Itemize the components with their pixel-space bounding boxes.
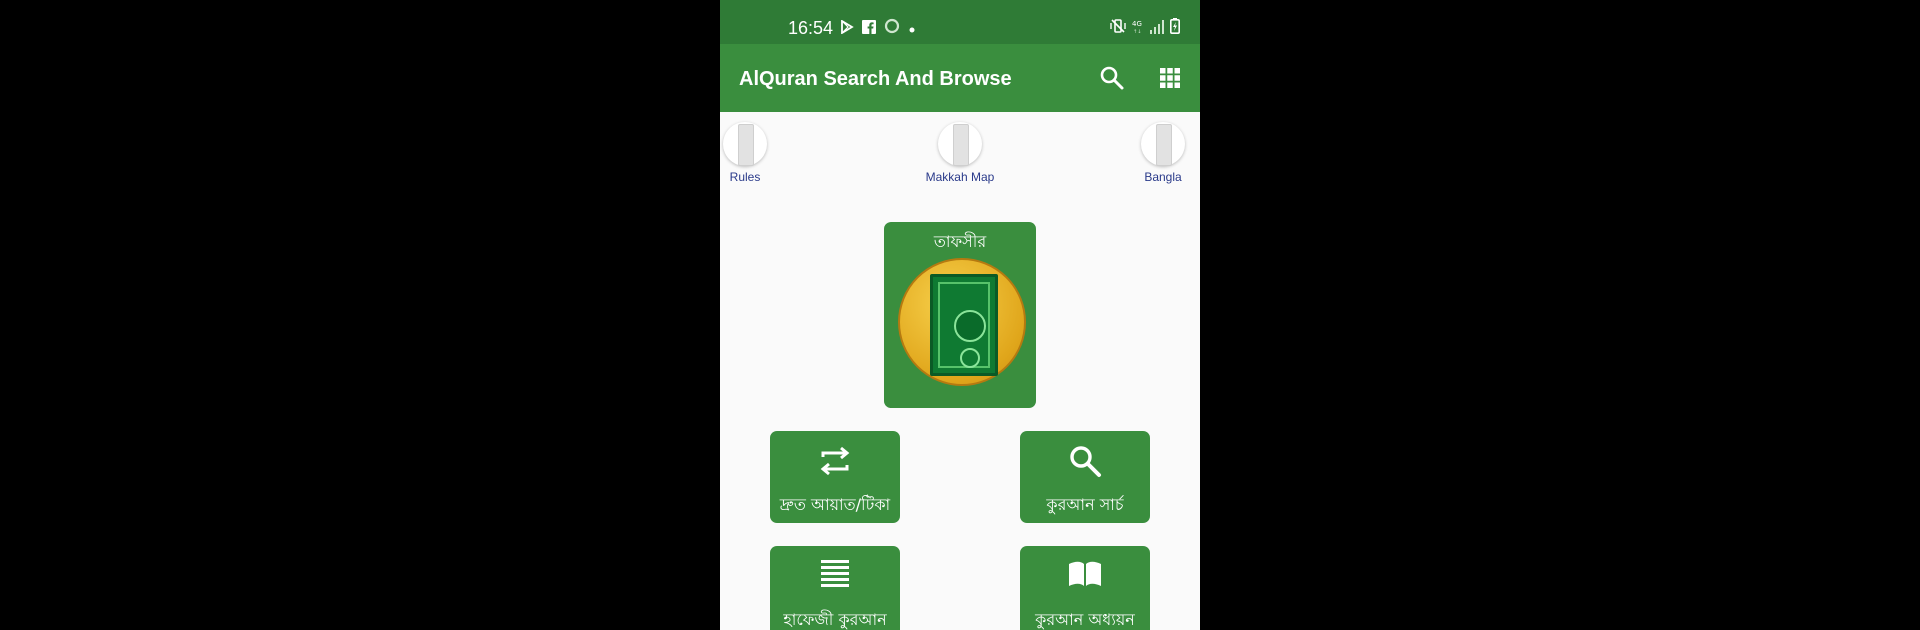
status-right-icons: 4G ↑↓	[1110, 18, 1180, 38]
quick-ayat-tile[interactable]: দ্রুত আয়াত/টিকা	[770, 431, 900, 523]
search-icon	[1020, 443, 1150, 483]
list-lines-icon	[770, 558, 900, 598]
svg-text:↑↓: ↑↓	[1133, 29, 1141, 34]
tile-label: কুরআন অধ্যয়ন	[1035, 610, 1135, 629]
makkah-map-icon	[938, 122, 982, 166]
grid-icon	[1160, 68, 1180, 88]
bangla-icon	[1141, 122, 1185, 166]
quick-link-label: Bangla	[1144, 170, 1182, 184]
battery-charging-icon	[1170, 18, 1180, 38]
app-bar: AlQuran Search And Browse	[720, 44, 1200, 112]
signal-icon	[1150, 19, 1164, 38]
dot-icon	[908, 19, 916, 38]
quick-link-rules[interactable]: Rules	[720, 122, 800, 192]
grid-menu-button[interactable]	[1154, 62, 1186, 94]
quick-link-label: Rules	[729, 170, 761, 184]
quick-link-label: Makkah Map	[925, 170, 995, 184]
status-left-icons	[840, 18, 916, 38]
mute-vibrate-icon	[1110, 18, 1126, 38]
status-time: 16:54	[788, 18, 834, 38]
search-icon	[1100, 66, 1124, 90]
quran-search-tile[interactable]: কুরআন সার্চ	[1020, 431, 1150, 523]
app-title: AlQuran Search And Browse	[739, 68, 1012, 90]
tafsir-tile[interactable]: তাফসীর	[884, 222, 1036, 408]
tile-label: দ্রুত আয়াত/টিকা	[779, 495, 891, 514]
tile-label: হাফেজী কুরআন	[783, 610, 887, 629]
4g-icon: 4G ↑↓	[1132, 18, 1144, 38]
status-bar: 16:54 4G ↑↓	[720, 0, 1200, 44]
circle-icon	[884, 18, 900, 38]
open-book-icon	[1020, 558, 1150, 598]
phone-screen: 16:54 4G ↑↓ AlQuran Search And Browse Ru…	[720, 0, 1200, 630]
tafsir-label: তাফসীর	[933, 232, 987, 251]
facebook-icon	[862, 19, 876, 38]
hafezi-quran-tile[interactable]: হাফেজী কুরআন	[770, 546, 900, 630]
quran-study-tile[interactable]: কুরআন অধ্যয়ন	[1020, 546, 1150, 630]
svg-text:4G: 4G	[1132, 20, 1142, 28]
repeat-icon	[770, 443, 900, 483]
quick-link-makkah-map[interactable]: Makkah Map	[905, 122, 1015, 192]
play-store-icon	[840, 18, 854, 38]
search-button[interactable]	[1096, 62, 1128, 94]
quran-book-icon	[898, 258, 1026, 386]
tile-label: কুরআন সার্চ	[1046, 495, 1124, 514]
quick-link-bangla[interactable]: Bangla	[1108, 122, 1200, 192]
rules-icon	[723, 122, 767, 166]
